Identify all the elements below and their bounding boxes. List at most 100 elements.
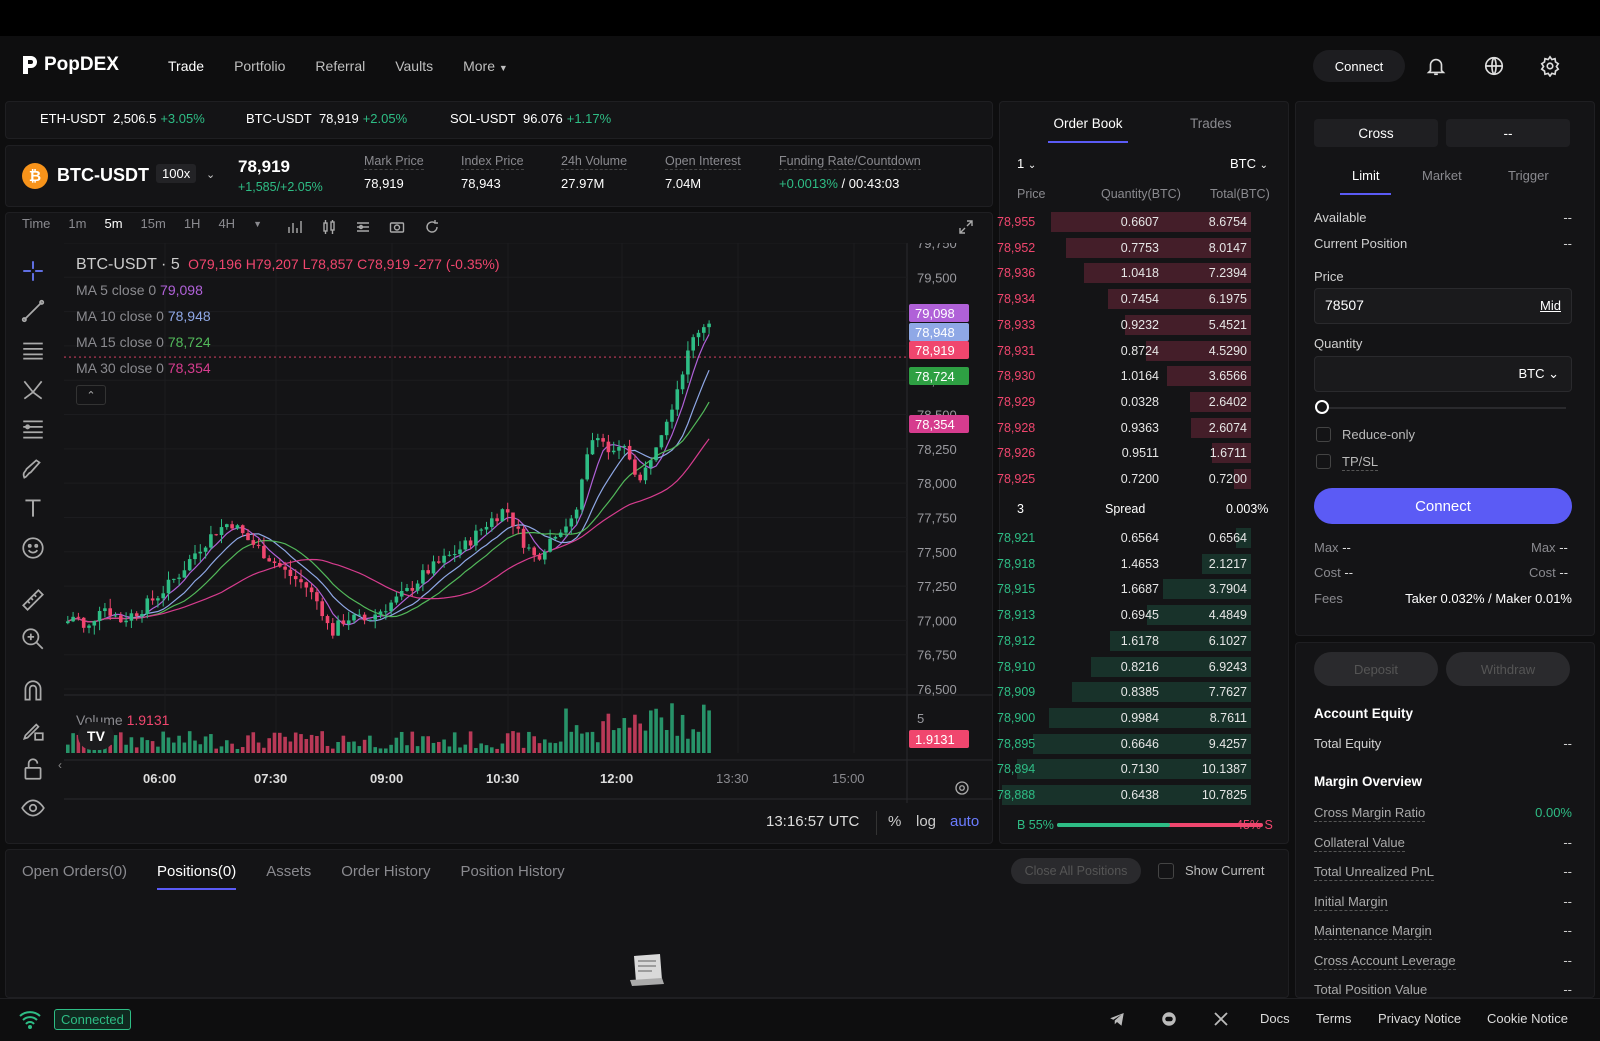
price-input-box[interactable]: Mid [1314, 288, 1572, 324]
scale-percent-button[interactable]: % [888, 813, 901, 830]
camera-icon[interactable] [389, 219, 405, 235]
footer-privacy-link[interactable]: Privacy Notice [1378, 1011, 1461, 1026]
brand-logo[interactable]: PopDEX [20, 54, 119, 76]
market-pair[interactable]: BTC-USDT [57, 165, 149, 186]
horizontal-lines-icon[interactable] [20, 337, 46, 363]
globe-icon[interactable] [1483, 55, 1505, 77]
ruler-icon[interactable] [20, 587, 46, 613]
ask-row[interactable]: 78,929 0.0328 2.6402 [997, 391, 1251, 413]
tab-assets[interactable]: Assets [266, 863, 311, 890]
nav-more[interactable]: More ▼ [463, 58, 508, 74]
discord-icon[interactable] [1160, 1010, 1178, 1028]
zoom-in-icon[interactable] [20, 626, 46, 652]
ask-row[interactable]: 78,928 0.9363 2.6074 [997, 417, 1251, 439]
nav-vaults[interactable]: Vaults [395, 58, 433, 74]
ask-row[interactable]: 78,926 0.9511 1.6711 [997, 442, 1251, 464]
bell-icon[interactable] [1425, 55, 1447, 77]
ask-row[interactable]: 78,955 0.6607 8.6754 [997, 211, 1251, 233]
ask-row[interactable]: 78,934 0.7454 6.1975 [997, 288, 1251, 310]
pencil-lock-icon[interactable] [20, 717, 46, 743]
fullscreen-icon[interactable] [958, 219, 974, 235]
refresh-icon[interactable] [424, 219, 440, 235]
bid-row[interactable]: 78,921 0.6564 0.6564 [997, 527, 1251, 549]
bid-row[interactable]: 78,913 0.6945 4.4849 [997, 604, 1251, 626]
bid-row[interactable]: 78,900 0.9984 8.7611 [997, 707, 1251, 729]
ask-row[interactable]: 78,930 1.0164 3.6566 [997, 365, 1251, 387]
pair-select-chevron-icon[interactable]: ⌄ [206, 168, 215, 181]
chart-type-icon[interactable] [287, 219, 303, 235]
nav-referral[interactable]: Referral [315, 58, 365, 74]
tpsl-checkbox[interactable] [1316, 454, 1331, 469]
quantity-unit-select[interactable]: BTC ⌄ [1518, 366, 1559, 382]
deposit-button[interactable]: Deposit [1314, 652, 1438, 686]
settings-gear-icon[interactable] [1539, 55, 1561, 77]
chart-settings-icon[interactable] [953, 779, 971, 797]
bid-row[interactable]: 78,918 1.4653 2.1217 [997, 553, 1251, 575]
fib-icon[interactable] [20, 416, 46, 442]
indicators-icon[interactable] [355, 219, 371, 235]
bid-row[interactable]: 78,894 0.7130 10.1387 [997, 758, 1251, 780]
collapse-legend-chevron-up-icon[interactable]: ⌃ [76, 385, 106, 405]
tab-limit[interactable]: Limit [1340, 168, 1392, 195]
connect-wallet-button[interactable]: Connect [1313, 50, 1405, 82]
ask-row[interactable]: 78,933 0.9232 5.4521 [997, 314, 1251, 336]
bid-row[interactable]: 78,888 0.6438 10.7825 [997, 784, 1251, 806]
eye-icon[interactable] [20, 795, 46, 821]
quantity-slider-handle[interactable] [1315, 400, 1329, 414]
footer-cookie-link[interactable]: Cookie Notice [1487, 1011, 1568, 1026]
tab-order-book[interactable]: Order Book [1048, 116, 1128, 143]
scale-auto-button[interactable]: auto [950, 813, 979, 830]
footer-docs-link[interactable]: Docs [1260, 1011, 1290, 1026]
interval-5m[interactable]: 5m [104, 216, 122, 231]
reduce-only-checkbox[interactable] [1316, 427, 1331, 442]
candles-icon[interactable] [321, 219, 337, 235]
ask-row[interactable]: 78,925 0.7200 0.7200 [997, 468, 1251, 490]
interval-1h[interactable]: 1H [184, 216, 201, 231]
telegram-icon[interactable] [1108, 1010, 1126, 1028]
collapse-tools-icon[interactable]: ‹ [58, 758, 62, 772]
ticker-btc[interactable]: BTC-USDT 78,919 +2.05% [246, 111, 407, 126]
tab-position-history[interactable]: Position History [460, 863, 564, 890]
show-current-checkbox[interactable] [1158, 863, 1174, 879]
price-input[interactable] [1325, 297, 1505, 313]
lock-icon[interactable] [20, 756, 46, 782]
x-twitter-icon[interactable] [1212, 1010, 1230, 1028]
leverage-badge[interactable]: 100x [156, 164, 197, 183]
bid-row[interactable]: 78,910 0.8216 6.9243 [997, 656, 1251, 678]
tab-positions[interactable]: Positions(0) [157, 863, 237, 890]
mid-price-button[interactable]: Mid [1540, 298, 1561, 313]
crosshair-icon[interactable] [20, 258, 46, 284]
ticker-sol[interactable]: SOL-USDT 96.076 +1.17% [450, 111, 611, 126]
tab-open-orders[interactable]: Open Orders(0) [22, 863, 127, 890]
scale-log-button[interactable]: log [916, 813, 936, 830]
trend-line-icon[interactable] [20, 298, 46, 324]
ask-row[interactable]: 78,936 1.0418 7.2394 [997, 262, 1251, 284]
close-all-positions-button[interactable]: Close All Positions [1011, 858, 1141, 884]
price-chart[interactable]: 79,75079,50079,25079,00078,75078,50078,2… [64, 243, 992, 843]
pattern-icon[interactable] [20, 377, 46, 403]
footer-terms-link[interactable]: Terms [1316, 1011, 1351, 1026]
tab-trades[interactable]: Trades [1190, 116, 1232, 131]
nav-trade[interactable]: Trade [168, 58, 204, 74]
ask-row[interactable]: 78,931 0.8724 4.5290 [997, 340, 1251, 362]
bid-row[interactable]: 78,915 1.6687 3.7904 [997, 578, 1251, 600]
ticker-eth[interactable]: ETH-USDT 2,506.5 +3.05% [40, 111, 205, 126]
interval-dropdown-icon[interactable]: ▼ [253, 216, 262, 231]
unit-select[interactable]: BTC ⌄ [1230, 156, 1268, 171]
emoji-icon[interactable] [20, 535, 46, 561]
tab-market[interactable]: Market [1422, 168, 1462, 183]
tab-trigger[interactable]: Trigger [1508, 168, 1549, 183]
text-tool-icon[interactable] [20, 495, 46, 521]
quantity-slider-track[interactable] [1318, 407, 1566, 409]
interval-4h[interactable]: 4H [218, 216, 235, 231]
bid-row[interactable]: 78,912 1.6178 6.1027 [997, 630, 1251, 652]
interval-time[interactable]: Time [22, 216, 50, 231]
tradingview-logo-icon[interactable]: TV [78, 722, 114, 750]
margin-mode-button[interactable]: Cross [1314, 119, 1438, 147]
bid-row[interactable]: 78,909 0.8385 7.7627 [997, 681, 1251, 703]
interval-15m[interactable]: 15m [141, 216, 166, 231]
bid-row[interactable]: 78,895 0.6646 9.4257 [997, 733, 1251, 755]
nav-portfolio[interactable]: Portfolio [234, 58, 285, 74]
precision-select[interactable]: 1 ⌄ [1017, 156, 1036, 171]
connect-order-button[interactable]: Connect [1314, 488, 1572, 524]
